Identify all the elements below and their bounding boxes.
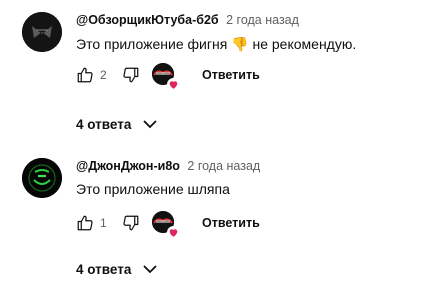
heart-icon bbox=[167, 226, 180, 239]
comment-author[interactable]: @ОбзорщикЮтуба-б2б bbox=[76, 13, 219, 27]
replies-count: 4 ответа bbox=[76, 117, 132, 132]
comment-thread: @ОбзорщикЮтуба-б2б 2 года назад Это прил… bbox=[0, 0, 440, 145]
comment-author[interactable]: @ДжонДжон-и8о bbox=[76, 159, 180, 173]
heart-icon bbox=[167, 78, 180, 91]
green-logo-avatar-icon bbox=[22, 158, 62, 198]
comment-text: Это приложение фигня 👎 не рекомендую. bbox=[76, 36, 357, 52]
comment-thread: @ДжонДжон-и8о 2 года назад Это приложени… bbox=[0, 145, 440, 295]
reply-button[interactable]: Ответить bbox=[202, 68, 260, 82]
thumbs-up-icon[interactable] bbox=[76, 214, 94, 232]
comment-header: @ОбзорщикЮтуба-б2б 2 года назад bbox=[76, 13, 299, 27]
creator-heart bbox=[152, 211, 180, 239]
replies-toggle-button[interactable]: 4 ответа bbox=[76, 117, 157, 132]
thumbs-down-icon[interactable] bbox=[122, 66, 140, 84]
commenter-avatar[interactable] bbox=[22, 12, 62, 52]
like-count: 2 bbox=[100, 68, 107, 82]
chevron-down-icon bbox=[143, 265, 157, 274]
comment-text: Это приложение шляпа bbox=[76, 181, 230, 197]
commenter-avatar[interactable] bbox=[22, 158, 62, 198]
comment-actions: 1 Ответить bbox=[76, 211, 376, 239]
thumbs-down-icon[interactable] bbox=[122, 214, 140, 232]
creator-heart bbox=[152, 63, 180, 91]
comment-actions: 2 Ответить bbox=[76, 63, 376, 91]
like-count: 1 bbox=[100, 216, 107, 230]
chevron-down-icon bbox=[143, 120, 157, 129]
comment-header: @ДжонДжон-и8о 2 года назад bbox=[76, 159, 260, 173]
comment-time[interactable]: 2 года назад bbox=[226, 13, 299, 27]
replies-count: 4 ответа bbox=[76, 262, 132, 277]
replies-toggle-button[interactable]: 4 ответа bbox=[76, 262, 157, 277]
dark-logo-avatar-icon bbox=[22, 12, 62, 52]
thumbs-up-icon[interactable] bbox=[76, 66, 94, 84]
comment-time[interactable]: 2 года назад bbox=[187, 159, 260, 173]
reply-button[interactable]: Ответить bbox=[202, 216, 260, 230]
